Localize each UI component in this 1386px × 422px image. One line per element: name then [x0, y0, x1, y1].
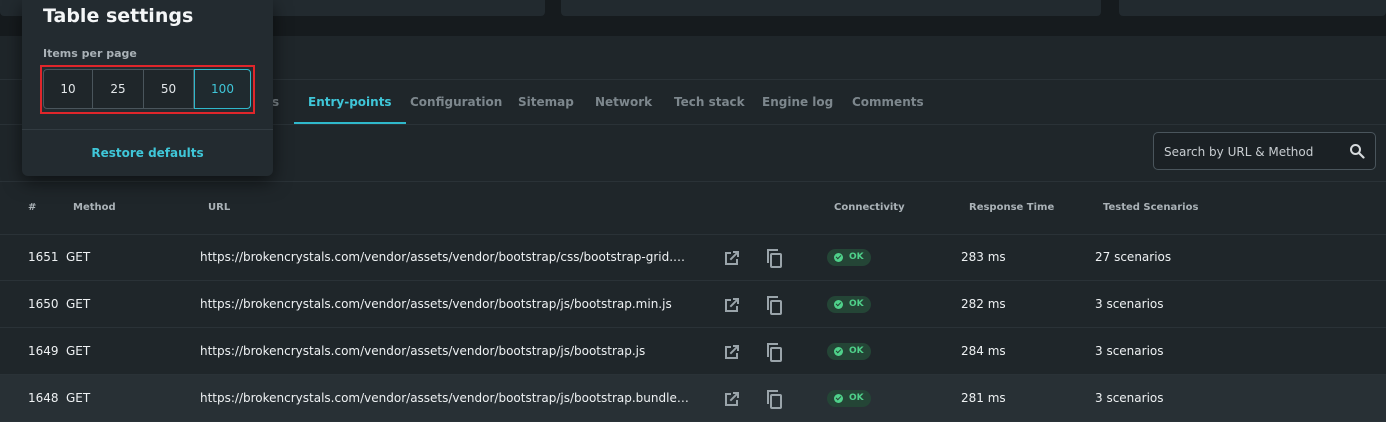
- open-in-new-icon[interactable]: [722, 295, 742, 315]
- status-text: OK: [849, 252, 864, 262]
- copy-icon[interactable]: [764, 248, 784, 268]
- check-circle-icon: [834, 394, 843, 403]
- copy-icon[interactable]: [764, 295, 784, 315]
- row-tested-scenarios: 3 scenarios: [1095, 391, 1164, 405]
- row-number: 1651: [28, 250, 59, 264]
- table-settings-title: Table settings: [43, 5, 194, 27]
- summary-card: [1119, 0, 1386, 16]
- row-tested-scenarios: 3 scenarios: [1095, 297, 1164, 311]
- search-box: [1153, 132, 1376, 171]
- copy-icon[interactable]: [764, 342, 784, 362]
- status-badge: OK: [827, 390, 871, 407]
- row-url[interactable]: https://brokencrystals.com/vendor/assets…: [200, 375, 690, 421]
- row-tested-scenarios: 27 scenarios: [1095, 250, 1172, 264]
- table-header: # Method URL Connectivity Response Time …: [0, 181, 1386, 235]
- status-text: OK: [849, 346, 864, 356]
- tab-tech-stack[interactable]: Tech stack: [674, 80, 745, 124]
- summary-card: [561, 0, 1101, 16]
- tab-configuration[interactable]: Configuration: [410, 80, 502, 124]
- row-number: 1650: [28, 297, 59, 311]
- popover-divider: [22, 129, 273, 130]
- row-response-time: 283 ms: [961, 250, 1006, 264]
- page-size-option-25[interactable]: 25: [93, 70, 144, 108]
- column-header-connectivity[interactable]: Connectivity: [834, 182, 905, 234]
- column-header-number[interactable]: #: [28, 182, 36, 234]
- column-header-tested-scenarios[interactable]: Tested Scenarios: [1103, 182, 1198, 234]
- column-header-method[interactable]: Method: [73, 182, 116, 234]
- search-icon[interactable]: [1349, 143, 1365, 159]
- table-row[interactable]: 1651 GET https://brokencrystals.com/vendor…: [0, 234, 1386, 281]
- open-in-new-icon[interactable]: [722, 248, 742, 268]
- table-row[interactable]: 1650 GET https://brokencrystals.com/vendor…: [0, 281, 1386, 328]
- copy-icon[interactable]: [764, 389, 784, 409]
- tab-sitemap[interactable]: Sitemap: [518, 80, 574, 124]
- tab-engine-log[interactable]: Engine log: [762, 80, 833, 124]
- open-in-new-icon[interactable]: [722, 389, 742, 409]
- table-row[interactable]: 1649 GET https://brokencrystals.com/vendor…: [0, 328, 1386, 375]
- check-circle-icon: [834, 253, 843, 262]
- items-per-page-label: Items per page: [43, 47, 137, 60]
- table-settings-popover: Table settings Items per page 10 25 50 1…: [22, 0, 273, 176]
- row-url[interactable]: https://brokencrystals.com/vendor/assets…: [200, 328, 690, 374]
- row-number: 1649: [28, 344, 59, 358]
- column-header-url[interactable]: URL: [208, 182, 230, 234]
- row-method: GET: [66, 297, 91, 311]
- status-text: OK: [849, 393, 864, 403]
- status-badge: OK: [827, 343, 871, 360]
- open-in-new-icon[interactable]: [722, 342, 742, 362]
- row-method: GET: [66, 250, 91, 264]
- restore-defaults-button[interactable]: Restore defaults: [22, 146, 273, 160]
- check-circle-icon: [834, 300, 843, 309]
- row-response-time: 282 ms: [961, 297, 1006, 311]
- tab-entry-points[interactable]: Entry-points: [294, 80, 406, 124]
- row-tested-scenarios: 3 scenarios: [1095, 344, 1164, 358]
- tab-comments[interactable]: Comments: [852, 80, 924, 124]
- row-number: 1648: [28, 391, 59, 405]
- status-text: OK: [849, 299, 864, 309]
- row-response-time: 281 ms: [961, 391, 1006, 405]
- row-response-time: 284 ms: [961, 344, 1006, 358]
- items-per-page-selector: 10 25 50 100: [43, 69, 251, 109]
- search-input[interactable]: [1162, 133, 1346, 171]
- tab-network[interactable]: Network: [595, 80, 652, 124]
- page-size-option-100[interactable]: 100: [194, 69, 251, 109]
- row-url[interactable]: https://brokencrystals.com/vendor/assets…: [200, 281, 690, 327]
- page-size-option-10[interactable]: 10: [44, 70, 93, 108]
- page-size-option-50[interactable]: 50: [144, 70, 194, 108]
- check-circle-icon: [834, 347, 843, 356]
- status-badge: OK: [827, 296, 871, 313]
- row-method: GET: [66, 391, 91, 405]
- column-header-response-time[interactable]: Response Time: [969, 182, 1054, 234]
- status-badge: OK: [827, 249, 871, 266]
- row-method: GET: [66, 344, 91, 358]
- row-url[interactable]: https://brokencrystals.com/vendor/assets…: [200, 234, 690, 280]
- tab-partial[interactable]: s: [272, 80, 279, 124]
